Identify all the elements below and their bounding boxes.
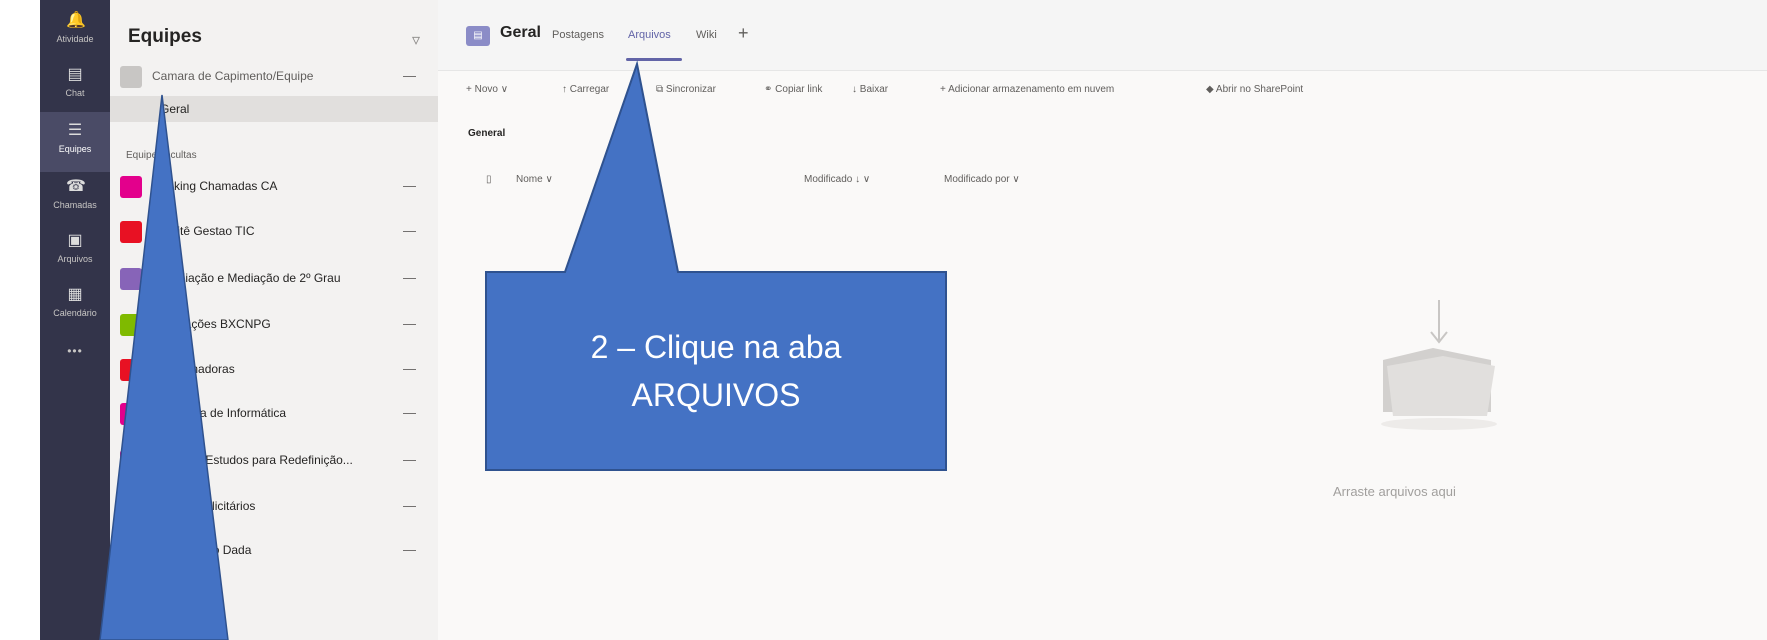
active-tab-indicator	[626, 58, 682, 61]
team-avatar	[120, 314, 142, 336]
channel-header: ▤ Geral Postagens Arquivos Wiki +	[438, 0, 1767, 71]
rail-files[interactable]: ▣ Arquivos	[40, 232, 110, 264]
more-options-icon[interactable]: —	[403, 542, 416, 557]
team-row[interactable]: Conciliação e Mediação de 2º Grau —	[110, 258, 438, 302]
more-options-icon[interactable]: —	[403, 223, 416, 238]
more-options-icon[interactable]: —	[403, 316, 416, 331]
files-toolbar: + Novo ∨ ↑ Carregar ⧉ Sincronizar ⚭ Copi…	[438, 70, 1767, 110]
team-name: Comitê Gestao TIC	[152, 224, 255, 238]
rail-activity[interactable]: 🔔 Atividade	[40, 12, 110, 44]
chat-icon: ▤	[67, 66, 83, 83]
team-avatar	[120, 540, 142, 562]
team-name: Publicações BXCNPG	[152, 317, 271, 331]
download-button[interactable]: ↓ Baixar	[852, 84, 888, 95]
breadcrumb[interactable]: General	[468, 128, 505, 139]
rail-files-label: Arquivos	[57, 254, 93, 264]
empty-folder-icon	[1381, 300, 1497, 430]
team-row-current[interactable]: Camara de Capimento/Equipe —	[110, 56, 438, 100]
team-name: Coordenadoras	[152, 362, 235, 376]
team-avatar	[120, 66, 142, 88]
rail-more-button[interactable]: •••	[40, 344, 110, 358]
team-row[interactable]: Coordenadoras —	[110, 349, 438, 393]
team-avatar	[120, 496, 142, 518]
teams-panel: Equipes ▿ Camara de Capimento/Equipe — G…	[110, 0, 439, 640]
team-row[interactable]: Fluxos Publicitários —	[110, 486, 438, 530]
tab-arquivos[interactable]: Arquivos	[628, 29, 671, 41]
tab-postagens[interactable]: Postagens	[552, 29, 604, 41]
team-avatar	[120, 221, 142, 243]
app-rail: 🔔 Atividade ▤ Chat ☰ Equipes ☎ Chamadas …	[40, 0, 110, 640]
section-label: Equipes ocultas	[126, 150, 197, 161]
rail-calls-label: Chamadas	[53, 200, 97, 210]
left-margin	[0, 0, 40, 640]
file-list-header: ▯ Nome ∨ Modificado ↓ ∨ Modificado por ∨	[438, 168, 1767, 194]
new-button[interactable]: + Novo ∨	[466, 84, 508, 95]
more-options-icon[interactable]: —	[403, 270, 416, 285]
team-avatar	[120, 359, 142, 381]
rail-teams-label: Equipes	[58, 144, 92, 154]
team-name: Secretaria de Informática	[152, 406, 287, 420]
more-options-icon[interactable]: —	[403, 498, 416, 513]
team-name: Ranking Chamadas CA	[152, 179, 278, 193]
more-options-icon[interactable]: —	[403, 452, 416, 467]
calendar-icon: ▦	[67, 286, 83, 303]
team-row[interactable]: Comitê Gestao TIC —	[110, 211, 438, 255]
column-modified-by[interactable]: Modificado por ∨	[944, 174, 1020, 185]
more-options-icon[interactable]: —	[403, 68, 416, 83]
channel-title: Geral	[500, 24, 541, 41]
channel-name: Geral	[160, 102, 190, 116]
teams-panel-title: Equipes	[128, 26, 202, 47]
column-modified[interactable]: Modificado ↓ ∨	[804, 174, 870, 185]
team-name: Fluxos Publicitários	[152, 499, 256, 513]
team-row[interactable]: Publicações BXCNPG —	[110, 304, 438, 348]
rail-calendar[interactable]: ▦ Calendário	[40, 286, 110, 318]
sync-button[interactable]: ⧉ Sincronizar	[656, 84, 716, 95]
team-avatar	[120, 268, 142, 290]
rail-chat-label: Chat	[65, 88, 85, 98]
file-type-icon: ▯	[486, 174, 492, 185]
rail-calls[interactable]: ☎ Chamadas	[40, 178, 110, 210]
empty-state-text: Arraste arquivos aqui	[1333, 484, 1456, 499]
rail-calendar-label: Calendário	[53, 308, 97, 318]
bell-icon: 🔔	[66, 12, 86, 29]
copy-link-button[interactable]: ⚭ Copiar link	[764, 84, 822, 95]
rail-teams[interactable]: ☰ Equipes	[40, 112, 110, 172]
tab-wiki[interactable]: Wiki	[696, 29, 717, 41]
team-avatar	[120, 450, 142, 472]
team-row[interactable]: Atendimento Dada —	[110, 530, 438, 574]
team-row[interactable]: Grupo de Estudos para Redefinição... —	[110, 440, 438, 484]
team-row[interactable]: Secretaria de Informática —	[110, 393, 438, 437]
team-avatar	[120, 176, 142, 198]
screenshot-frame: 🔔 Atividade ▤ Chat ☰ Equipes ☎ Chamadas …	[0, 0, 1767, 640]
channel-icon: ▤	[466, 26, 490, 46]
add-cloud-storage-button[interactable]: + Adicionar armazenamento em nuvem	[940, 84, 1114, 95]
team-name: Conciliação e Mediação de 2º Grau	[152, 271, 341, 285]
more-options-icon[interactable]: —	[403, 405, 416, 420]
channel-row-geral[interactable]: Geral	[110, 96, 438, 122]
upload-button[interactable]: ↑ Carregar	[562, 84, 609, 95]
open-sharepoint-button[interactable]: ◆ Abrir no SharePoint	[1206, 84, 1303, 95]
teams-icon: ☰	[67, 122, 83, 139]
phone-icon: ☎	[66, 178, 86, 195]
team-name: Camara de Capimento/Equipe	[152, 69, 314, 83]
rail-activity-label: Atividade	[56, 34, 94, 44]
filter-icon[interactable]: ▿	[412, 30, 420, 50]
main-content: ▤ Geral Postagens Arquivos Wiki + + Novo…	[438, 0, 1767, 640]
column-name[interactable]: Nome ∨	[516, 174, 553, 185]
add-tab-button[interactable]: +	[738, 23, 749, 44]
rail-chat[interactable]: ▤ Chat	[40, 66, 110, 98]
more-options-icon[interactable]: —	[403, 178, 416, 193]
more-options-icon[interactable]: —	[403, 361, 416, 376]
team-row[interactable]: Ranking Chamadas CA —	[110, 166, 438, 210]
team-name: Grupo de Estudos para Redefinição...	[152, 453, 353, 467]
team-avatar	[120, 403, 142, 425]
files-icon: ▣	[67, 232, 83, 249]
team-name: Atendimento Dada	[152, 543, 252, 557]
